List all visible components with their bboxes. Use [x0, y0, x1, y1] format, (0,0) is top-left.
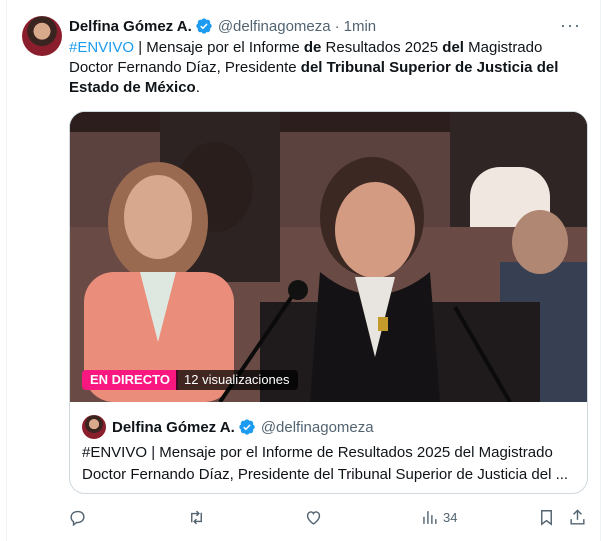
tweet-text-segment: | Mensaje por el Informe: [134, 39, 304, 56]
tweet-text: #ENVIVO | Mensaje por el Informe de Resu…: [69, 38, 579, 98]
heart-icon: [306, 510, 321, 525]
quoted-author-avatar: [82, 415, 106, 439]
quoted-text-line2: Doctor Fernando Díaz, Presidente del Tri…: [82, 466, 569, 483]
tweet-text-segment: del: [442, 39, 464, 56]
retweet-icon: [191, 510, 202, 524]
live-badge: EN DIRECTO: [82, 370, 178, 390]
timestamp[interactable]: 1min: [344, 18, 377, 35]
views-count: 34: [443, 509, 458, 525]
author-avatar[interactable]: [22, 16, 62, 56]
reply-button[interactable]: [68, 505, 87, 529]
live-video-player[interactable]: EN DIRECTO 12 visualizaciones: [70, 112, 587, 402]
quoted-tweet-header: Delfina Gómez A. @delfinagomeza: [82, 415, 374, 439]
quoted-author-name: Delfina Gómez A.: [112, 418, 235, 436]
tweet-text-segment: Resultados 2025: [321, 39, 443, 56]
quoted-tweet-text: #ENVIVO | Mensaje por el Informe de Resu…: [82, 442, 576, 486]
quoted-video-card[interactable]: EN DIRECTO 12 visualizaciones Delfina Gó…: [69, 111, 588, 494]
quoted-text-line1: | Mensaje por el Informe de Resultados 2…: [147, 444, 553, 461]
tweet-action-bar: 34: [62, 505, 592, 529]
timeline-left-border: [6, 0, 7, 541]
views-chart-icon: [423, 510, 437, 524]
like-button[interactable]: [304, 505, 323, 529]
separator-dot: ·: [334, 17, 340, 35]
reply-icon: [70, 510, 85, 526]
quoted-hashtag: #ENVIVO: [82, 444, 148, 461]
quoted-author-handle: @delfinagomeza: [260, 418, 374, 436]
author-handle[interactable]: @delfinagomeza: [218, 18, 331, 35]
bookmark-icon: [541, 509, 552, 526]
views-button[interactable]: 34: [420, 505, 457, 529]
share-button[interactable]: [568, 505, 587, 529]
tweet-header: Delfina Gómez A. @delfinagomeza · 1min ·…: [69, 15, 587, 37]
bookmark-button[interactable]: [537, 505, 556, 529]
video-frame-illustration: [70, 112, 587, 402]
views-badge: 12 visualizaciones: [176, 370, 298, 390]
more-options-icon[interactable]: ···: [560, 15, 581, 36]
share-icon: [570, 508, 585, 525]
tweet-text-segment: .: [195, 79, 200, 96]
hashtag-link[interactable]: #ENVIVO: [69, 39, 134, 56]
verified-badge-icon: [239, 419, 255, 435]
verified-badge-icon: [196, 18, 212, 34]
retweet-button[interactable]: [187, 505, 206, 529]
tweet-text-segment: de: [303, 39, 322, 56]
author-name[interactable]: Delfina Gómez A.: [69, 18, 192, 35]
